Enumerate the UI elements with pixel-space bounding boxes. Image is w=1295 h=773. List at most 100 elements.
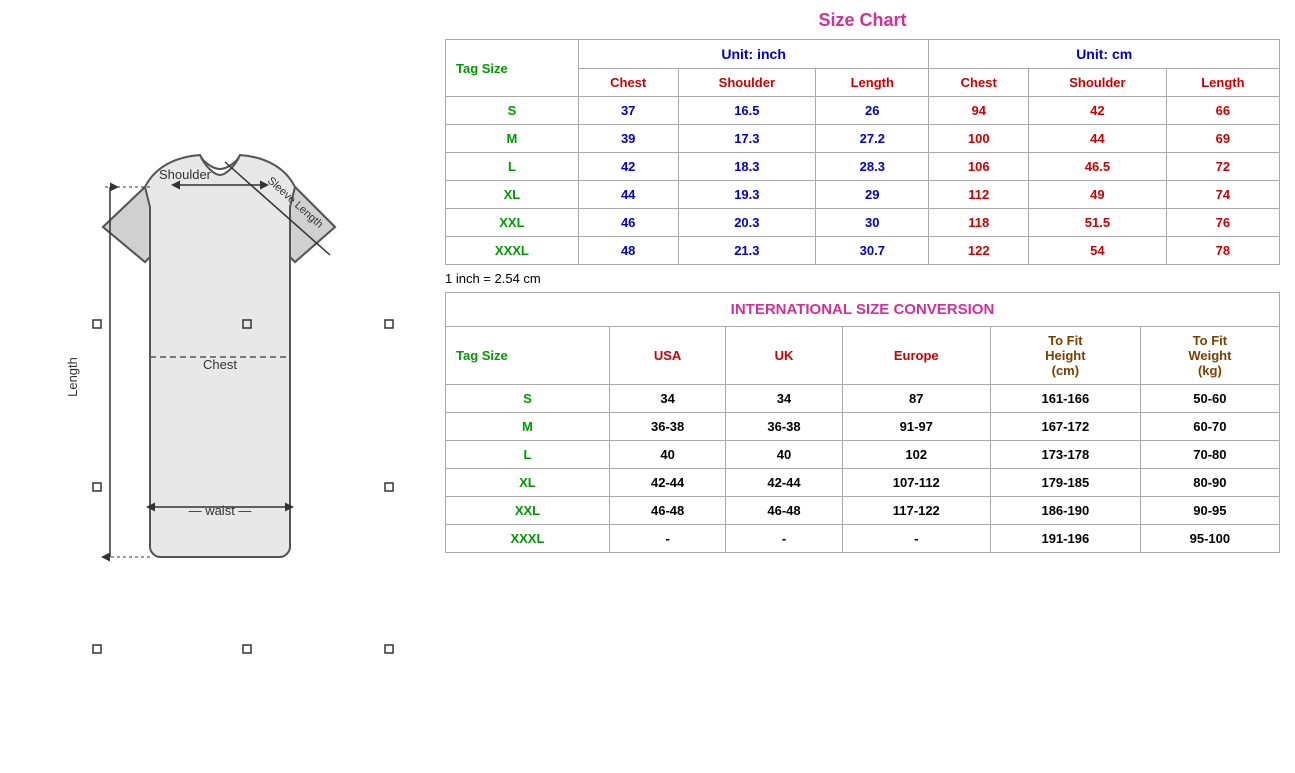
inch-note: 1 inch = 2.54 cm (445, 271, 1280, 286)
intl-usa-cell: - (609, 525, 725, 553)
svg-text:Length: Length (65, 357, 80, 397)
intl-usa-cell: 46-48 (609, 497, 725, 525)
table-row: S 37 16.5 26 94 42 66 (446, 97, 1280, 125)
shoulder-cm-cell: 46.5 (1029, 153, 1167, 181)
length-cm-cell: 66 (1166, 97, 1279, 125)
chest-cm-cell: 94 (929, 97, 1029, 125)
intl-weight-cell: 90-95 (1140, 497, 1279, 525)
intl-uk-cell: - (726, 525, 842, 553)
tag-size-cell: L (446, 153, 579, 181)
intl-weight-cell: 80-90 (1140, 469, 1279, 497)
intl-table-row: L 40 40 102 173-178 70-80 (446, 441, 1280, 469)
tag-size-cell: XXL (446, 209, 579, 237)
length-inch-cell: 26 (816, 97, 929, 125)
shoulder-cm-cell: 51.5 (1029, 209, 1167, 237)
chest-inch-cell: 44 (578, 181, 678, 209)
tag-size-header: Tag Size (446, 40, 579, 97)
inch-length-header: Length (816, 69, 929, 97)
length-inch-cell: 30 (816, 209, 929, 237)
shoulder-cm-cell: 44 (1029, 125, 1167, 153)
size-chart-table: Tag Size Unit: inch Unit: cm Chest Shoul… (445, 39, 1280, 265)
svg-text:Chest: Chest (203, 357, 237, 372)
intl-europe-cell: - (842, 525, 990, 553)
length-cm-cell: 78 (1166, 237, 1279, 265)
intl-title: INTERNATIONAL SIZE CONVERSION (446, 293, 1280, 327)
intl-europe-header: Europe (842, 327, 990, 385)
cm-chest-header: Chest (929, 69, 1029, 97)
intl-height-cell: 179-185 (990, 469, 1140, 497)
right-panel: Size Chart Tag Size Unit: inch Unit: cm … (430, 0, 1295, 563)
table-row: XXXL 48 21.3 30.7 122 54 78 (446, 237, 1280, 265)
intl-table-row: XXL 46-48 46-48 117-122 186-190 90-95 (446, 497, 1280, 525)
intl-weight-cell: 95-100 (1140, 525, 1279, 553)
intl-table-row: XXXL - - - 191-196 95-100 (446, 525, 1280, 553)
length-inch-cell: 27.2 (816, 125, 929, 153)
intl-uk-cell: 40 (726, 441, 842, 469)
intl-europe-cell: 87 (842, 385, 990, 413)
intl-height-header: To FitHeight(cm) (990, 327, 1140, 385)
intl-tag-size-header: Tag Size (446, 327, 610, 385)
tag-size-cell: XXXL (446, 237, 579, 265)
intl-table: INTERNATIONAL SIZE CONVERSION Tag Size U… (445, 292, 1280, 553)
intl-height-cell: 173-178 (990, 441, 1140, 469)
intl-usa-cell: 34 (609, 385, 725, 413)
shoulder-cm-cell: 49 (1029, 181, 1167, 209)
cm-length-header: Length (1166, 69, 1279, 97)
shoulder-inch-cell: 17.3 (678, 125, 816, 153)
size-chart-title: Size Chart (445, 10, 1280, 31)
chest-inch-cell: 46 (578, 209, 678, 237)
shoulder-inch-cell: 20.3 (678, 209, 816, 237)
length-cm-cell: 72 (1166, 153, 1279, 181)
intl-table-row: XL 42-44 42-44 107-112 179-185 80-90 (446, 469, 1280, 497)
intl-uk-cell: 36-38 (726, 413, 842, 441)
chest-cm-cell: 100 (929, 125, 1029, 153)
chest-cm-cell: 112 (929, 181, 1029, 209)
svg-text:Shoulder: Shoulder (159, 167, 212, 182)
length-inch-cell: 30.7 (816, 237, 929, 265)
chest-inch-cell: 39 (578, 125, 678, 153)
intl-tag-cell: S (446, 385, 610, 413)
intl-table-row: S 34 34 87 161-166 50-60 (446, 385, 1280, 413)
chest-inch-cell: 42 (578, 153, 678, 181)
length-inch-cell: 29 (816, 181, 929, 209)
intl-weight-cell: 60-70 (1140, 413, 1279, 441)
length-inch-cell: 28.3 (816, 153, 929, 181)
length-cm-cell: 69 (1166, 125, 1279, 153)
intl-europe-cell: 91-97 (842, 413, 990, 441)
intl-height-cell: 186-190 (990, 497, 1140, 525)
intl-europe-cell: 117-122 (842, 497, 990, 525)
table-row: XXL 46 20.3 30 118 51.5 76 (446, 209, 1280, 237)
shoulder-cm-cell: 54 (1029, 237, 1167, 265)
intl-height-cell: 191-196 (990, 525, 1140, 553)
tshirt-diagram-panel: Shoulder Length Chest — waist — Sleeve L… (0, 0, 430, 773)
length-cm-cell: 76 (1166, 209, 1279, 237)
length-cm-cell: 74 (1166, 181, 1279, 209)
intl-height-cell: 167-172 (990, 413, 1140, 441)
intl-tag-cell: L (446, 441, 610, 469)
intl-tag-cell: XXL (446, 497, 610, 525)
intl-tag-cell: M (446, 413, 610, 441)
shoulder-inch-cell: 18.3 (678, 153, 816, 181)
intl-height-cell: 161-166 (990, 385, 1140, 413)
unit-inch-header: Unit: inch (578, 40, 929, 69)
intl-usa-header: USA (609, 327, 725, 385)
chest-inch-cell: 48 (578, 237, 678, 265)
intl-usa-cell: 36-38 (609, 413, 725, 441)
intl-europe-cell: 107-112 (842, 469, 990, 497)
chest-cm-cell: 118 (929, 209, 1029, 237)
tag-size-cell: XL (446, 181, 579, 209)
cm-shoulder-header: Shoulder (1029, 69, 1167, 97)
inch-shoulder-header: Shoulder (678, 69, 816, 97)
intl-uk-cell: 46-48 (726, 497, 842, 525)
shoulder-inch-cell: 19.3 (678, 181, 816, 209)
tag-size-cell: S (446, 97, 579, 125)
chest-inch-cell: 37 (578, 97, 678, 125)
shoulder-inch-cell: 16.5 (678, 97, 816, 125)
table-row: M 39 17.3 27.2 100 44 69 (446, 125, 1280, 153)
intl-usa-cell: 42-44 (609, 469, 725, 497)
intl-weight-cell: 70-80 (1140, 441, 1279, 469)
intl-uk-header: UK (726, 327, 842, 385)
chest-cm-cell: 122 (929, 237, 1029, 265)
tshirt-diagram: Shoulder Length Chest — waist — Sleeve L… (25, 107, 405, 667)
intl-usa-cell: 40 (609, 441, 725, 469)
